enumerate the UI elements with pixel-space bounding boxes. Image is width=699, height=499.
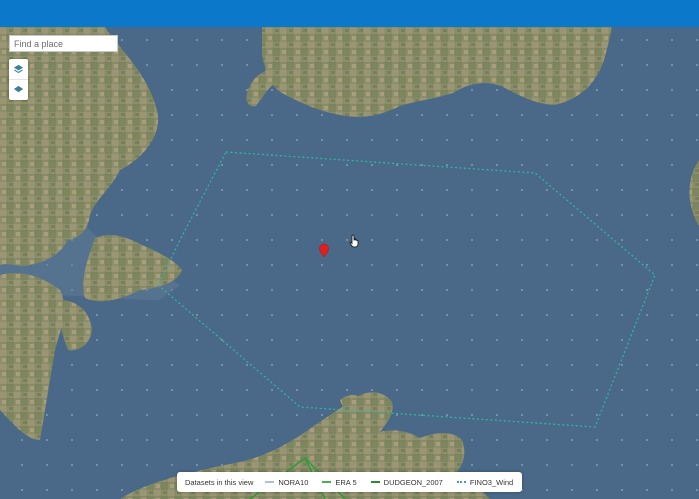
layer-controls (9, 59, 28, 100)
legend-item-label: DUDGEON_2007 (383, 477, 443, 487)
layers-button-1[interactable] (9, 59, 28, 80)
layers-icon (13, 64, 24, 73)
legend-item-fino3-wind[interactable]: FINO3_Wind (456, 477, 514, 487)
layers-icon (13, 85, 24, 92)
legend-swatch (322, 481, 332, 483)
search-input[interactable] (9, 35, 118, 52)
legend-title: Datasets in this view (185, 477, 254, 487)
map-app: Datasets in this view NORA10 ERA 5 DUDGE… (0, 0, 699, 499)
legend-item-dudgeon-2007[interactable]: DUDGEON_2007 (370, 477, 443, 487)
legend-item-era5[interactable]: ERA 5 (322, 477, 357, 487)
legend-item-label: FINO3_Wind (469, 477, 514, 487)
map-view[interactable] (0, 27, 699, 499)
legend-swatch (265, 481, 275, 483)
top-bar (0, 0, 699, 27)
legend-swatch (456, 481, 466, 483)
legend-item-label: ERA 5 (335, 477, 357, 487)
pointer-cursor-icon (349, 234, 359, 248)
layers-button-2[interactable] (9, 79, 28, 99)
legend-item-label: NORA10 (278, 477, 309, 487)
legend-item-nora10[interactable]: NORA10 (265, 478, 308, 487)
legend-swatch (370, 481, 380, 483)
dataset-legend: Datasets in this view NORA10 ERA 5 DUDGE… (177, 472, 522, 492)
